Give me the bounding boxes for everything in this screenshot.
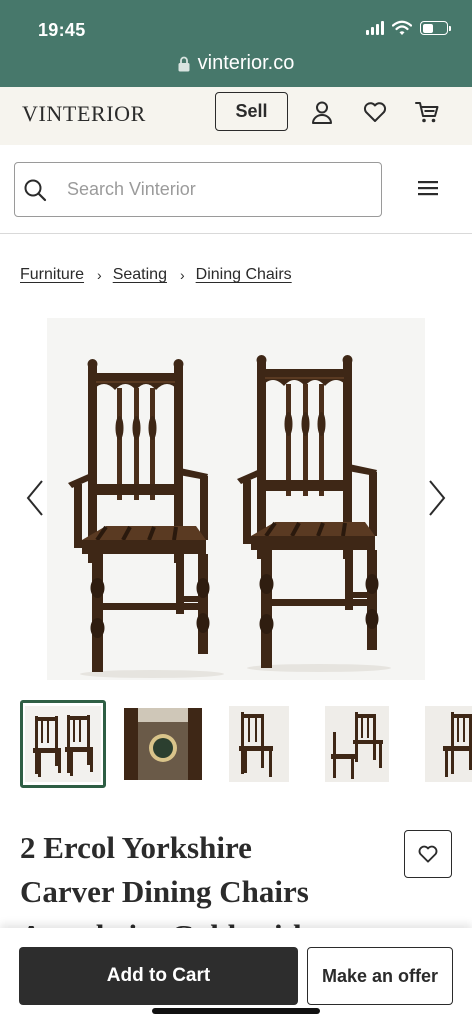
browser-top-bar: 19:45 vinterior.co bbox=[0, 0, 472, 87]
status-time: 19:45 bbox=[38, 20, 86, 40]
thumbnail-strip bbox=[20, 700, 472, 788]
status-icons bbox=[366, 20, 451, 36]
signal-icon bbox=[366, 21, 384, 35]
home-indicator[interactable] bbox=[152, 1008, 320, 1014]
thumb-pair-angle[interactable] bbox=[314, 700, 400, 788]
thumb-single-side[interactable] bbox=[412, 700, 472, 788]
site-header: VINTERIOR Sell bbox=[0, 87, 472, 145]
url-bar[interactable]: vinterior.co bbox=[0, 52, 472, 75]
make-offer-button[interactable]: Make an offer bbox=[307, 947, 453, 1005]
breadcrumb-dining-chairs[interactable]: Dining Chairs bbox=[196, 266, 292, 284]
search-input[interactable] bbox=[15, 163, 381, 216]
search-icon[interactable] bbox=[23, 178, 47, 202]
thumb-single-chair[interactable] bbox=[216, 700, 302, 788]
chevron-right-icon: › bbox=[97, 267, 102, 283]
bottom-action-bar: Add to Cart Make an offer bbox=[0, 928, 472, 1024]
chevron-right-icon[interactable] bbox=[427, 479, 447, 517]
user-icon[interactable] bbox=[309, 99, 335, 125]
breadcrumb: Furniture › Seating › Dining Chairs bbox=[20, 266, 292, 284]
vinterior-logo[interactable]: VINTERIOR bbox=[22, 101, 146, 127]
battery-icon bbox=[420, 21, 451, 35]
heart-icon[interactable] bbox=[362, 99, 388, 125]
product-main-image[interactable] bbox=[47, 318, 425, 680]
hamburger-menu-icon[interactable] bbox=[418, 180, 438, 196]
chevron-left-icon[interactable] bbox=[25, 479, 45, 517]
product-title-line: Carver Dining Chairs bbox=[20, 874, 309, 909]
url-text: vinterior.co bbox=[197, 52, 295, 74]
lock-icon bbox=[178, 56, 190, 71]
chevron-right-icon: › bbox=[179, 267, 185, 283]
header-divider bbox=[0, 233, 472, 234]
breadcrumb-furniture[interactable]: Furniture bbox=[20, 266, 84, 284]
wifi-icon bbox=[392, 20, 412, 35]
favourite-button[interactable] bbox=[404, 830, 452, 878]
breadcrumb-seating[interactable]: Seating bbox=[113, 266, 167, 284]
cart-icon[interactable] bbox=[414, 99, 440, 125]
search-box bbox=[14, 162, 382, 217]
heart-icon bbox=[418, 845, 438, 863]
add-to-cart-button[interactable]: Add to Cart bbox=[19, 947, 298, 1005]
sell-button[interactable]: Sell bbox=[215, 92, 288, 131]
thumb-maker-label[interactable] bbox=[120, 700, 206, 788]
product-title-line: 2 Ercol Yorkshire bbox=[20, 830, 252, 865]
thumb-pair-front[interactable] bbox=[20, 700, 106, 788]
